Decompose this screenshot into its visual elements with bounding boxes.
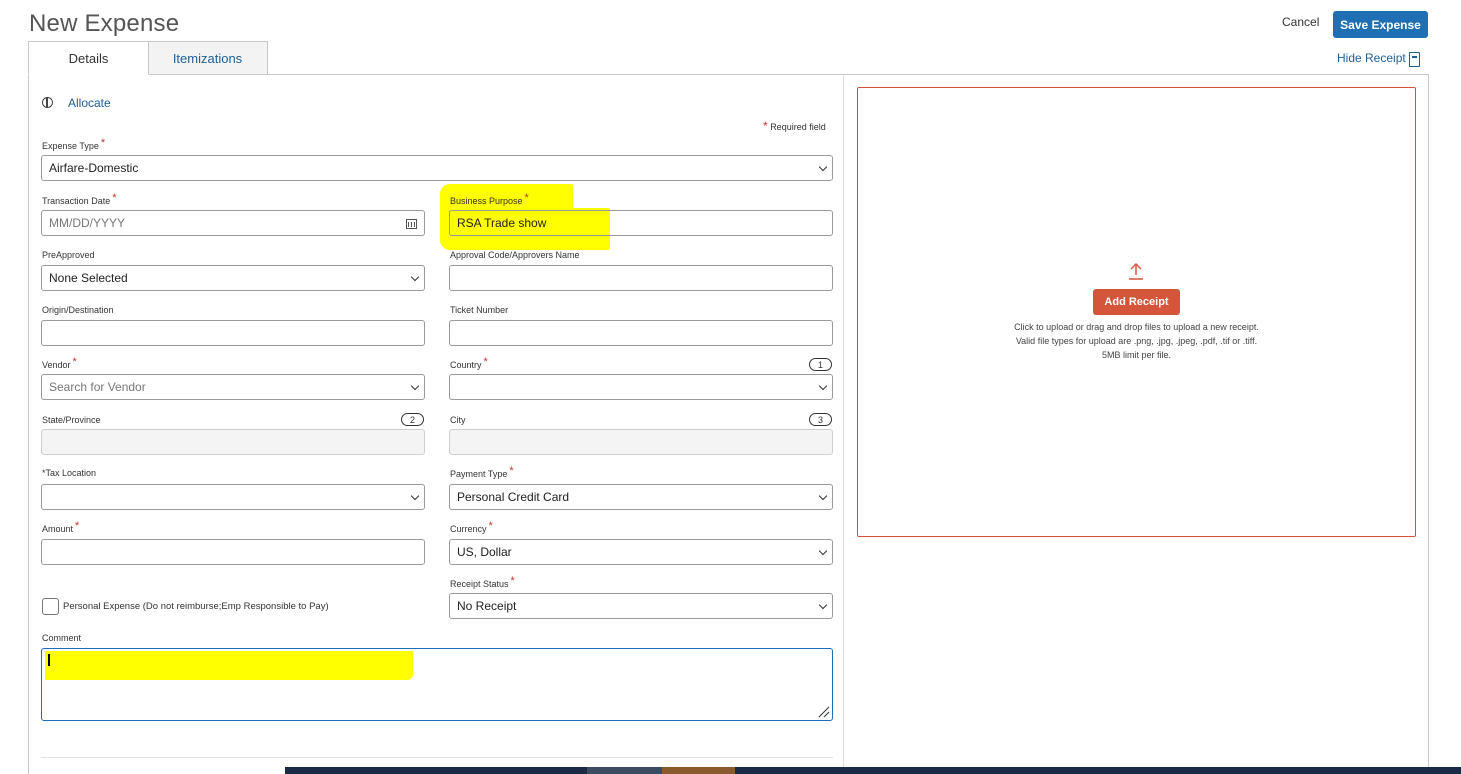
chevron-down-icon [410, 381, 420, 391]
currency-select[interactable]: US, Dollar [449, 539, 833, 565]
transaction-date-placeholder: MM/DD/YYYY [49, 216, 126, 230]
city-input [449, 429, 833, 455]
expense-type-value: Airfare-Domestic [49, 161, 139, 175]
panel-divider [843, 75, 844, 774]
business-purpose-input[interactable]: RSA Trade show [449, 210, 833, 236]
country-label: Country * [450, 356, 488, 370]
approval-code-input[interactable] [449, 265, 833, 291]
preapproved-select[interactable]: None Selected [41, 265, 425, 291]
chevron-down-icon [410, 491, 420, 501]
origin-destination-input[interactable] [41, 320, 425, 346]
chevron-down-icon [818, 546, 828, 556]
expense-type-select[interactable]: Airfare-Domestic [41, 155, 833, 181]
chevron-down-icon [818, 491, 828, 501]
chevron-down-icon [818, 162, 828, 172]
expense-type-label: Expense Type * [42, 137, 106, 151]
chevron-down-icon [818, 600, 828, 610]
text-caret [48, 654, 50, 666]
chevron-down-icon [410, 272, 420, 282]
approval-code-label: Approval Code/Approvers Name [450, 250, 580, 260]
origin-destination-label: Origin/Destination [42, 305, 114, 315]
state-province-label: State/Province [42, 415, 101, 425]
vendor-search-select[interactable]: Search for Vendor [41, 374, 425, 400]
transaction-date-input[interactable]: MM/DD/YYYY [41, 210, 425, 236]
receipt-status-value: No Receipt [457, 599, 517, 613]
country-select[interactable] [449, 374, 833, 400]
page-title: New Expense [29, 10, 180, 37]
receipt-help-line-3: 5MB limit per file. [1101, 350, 1172, 360]
section-divider [41, 757, 833, 758]
vendor-label: Vendor * [42, 356, 77, 370]
vendor-placeholder: Search for Vendor [49, 380, 146, 394]
allocate-icon[interactable] [42, 97, 53, 108]
country-level-badge: 1 [809, 358, 832, 371]
comment-label: Comment [42, 633, 82, 643]
amount-input[interactable] [41, 539, 425, 565]
add-receipt-button[interactable]: Add Receipt [1093, 289, 1180, 315]
taskbar-strip [285, 767, 1461, 774]
resize-handle-icon[interactable] [816, 704, 830, 718]
city-label: City [450, 415, 466, 425]
tab-details[interactable]: Details [28, 41, 149, 75]
preapproved-value: None Selected [49, 271, 128, 285]
receipt-panel-icon[interactable] [1409, 52, 1420, 67]
tax-location-label: *Tax Location [42, 468, 97, 478]
receipt-help-line-2: Valid file types for upload are .png, .j… [1015, 336, 1258, 346]
chevron-down-icon [818, 381, 828, 391]
business-purpose-label: Business Purpose * [450, 192, 529, 206]
save-expense-button[interactable]: Save Expense [1333, 11, 1428, 38]
personal-expense-label: Personal Expense (Do not reimburse;Emp R… [63, 601, 329, 612]
personal-expense-checkbox[interactable] [42, 598, 59, 615]
state-level-badge: 2 [401, 413, 424, 426]
receipt-status-select[interactable]: No Receipt [449, 593, 833, 619]
cancel-button[interactable]: Cancel [1282, 15, 1319, 29]
comment-highlight [45, 651, 413, 680]
payment-type-label: Payment Type * [450, 465, 514, 479]
taskbar-item[interactable] [662, 767, 735, 774]
required-note-text: Required field [770, 122, 826, 132]
payment-type-select[interactable]: Personal Credit Card [449, 484, 833, 510]
transaction-date-label: Transaction Date * [42, 192, 117, 206]
receipt-help-line-1: Click to upload or drag and drop files t… [1014, 322, 1259, 332]
calendar-icon[interactable] [406, 219, 417, 229]
currency-label: Currency * [450, 520, 493, 534]
currency-value: US, Dollar [457, 545, 512, 559]
hide-receipt-link[interactable]: Hide Receipt [1337, 51, 1406, 65]
payment-type-value: Personal Credit Card [457, 490, 570, 504]
ticket-number-input[interactable] [449, 320, 833, 346]
allocate-link[interactable]: Allocate [68, 96, 111, 110]
city-level-badge: 3 [809, 413, 832, 426]
upload-arrow-icon [1129, 262, 1143, 280]
receipt-status-label: Receipt Status * [450, 575, 515, 589]
ticket-number-label: Ticket Number [450, 305, 509, 315]
tab-itemizations[interactable]: Itemizations [148, 41, 268, 75]
required-field-note: * Required field [763, 119, 826, 133]
state-province-input [41, 429, 425, 455]
preapproved-label: PreApproved [42, 250, 95, 260]
business-purpose-value: RSA Trade show [457, 216, 547, 230]
amount-label: Amount * [42, 520, 80, 534]
taskbar-item[interactable] [587, 767, 662, 774]
tax-location-select[interactable] [41, 484, 425, 510]
required-star: * [763, 119, 768, 133]
